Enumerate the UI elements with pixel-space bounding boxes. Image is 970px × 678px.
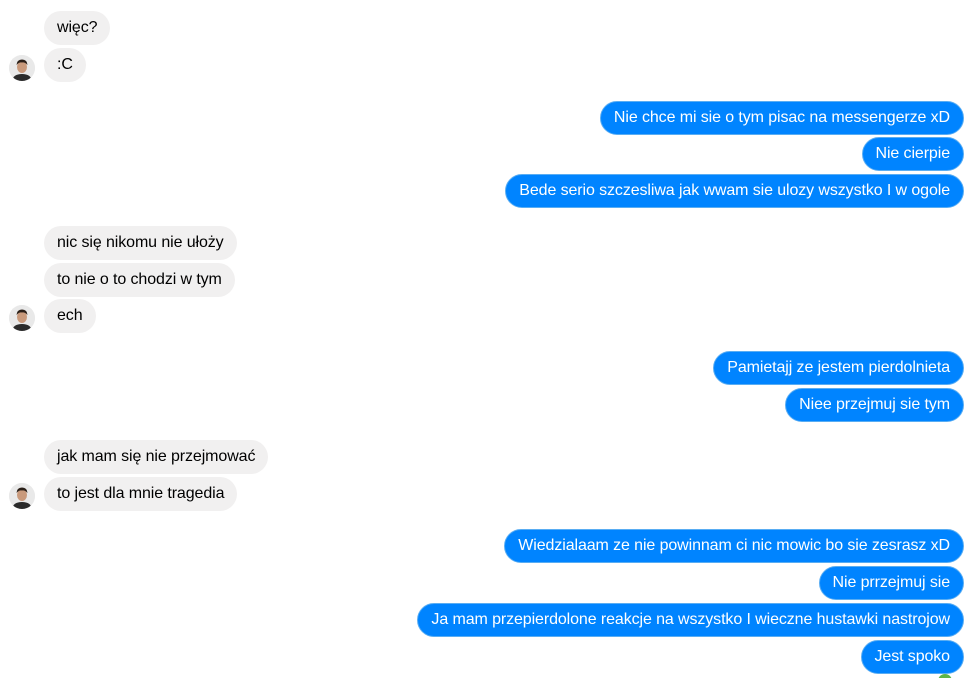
message-bubble-incoming[interactable]: ech <box>44 299 96 333</box>
message-bubble-outgoing[interactable]: Nie chce mi sie o tym pisac na messenger… <box>599 101 964 135</box>
message-bubble-outgoing[interactable]: Ja mam przepierdolone reakcje na wszystk… <box>417 603 964 637</box>
message-bubble-incoming[interactable]: jak mam się nie przejmować <box>44 440 269 474</box>
message-bubble-incoming[interactable]: nic się nikomu nie ułoży <box>44 226 237 260</box>
message-bubble-outgoing[interactable]: Pamietajj ze jestem pierdolnieta <box>713 351 964 385</box>
message-bubble-outgoing[interactable]: Nie cierpie <box>861 137 964 171</box>
message-bubble-outgoing[interactable]: Jest spoko <box>860 640 964 674</box>
avatar[interactable] <box>9 55 35 81</box>
message-bubble-outgoing[interactable]: Niee przejmuj sie tym <box>785 388 964 422</box>
message-bubble-incoming[interactable]: to nie o to chodzi w tym <box>44 263 235 297</box>
message-bubble-outgoing[interactable]: Wiedzialaam ze nie powinnam ci nic mowic… <box>504 529 964 563</box>
message-bubble-outgoing[interactable]: Nie prrzejmuj sie <box>818 566 964 600</box>
message-bubble-incoming[interactable]: :C <box>44 48 86 82</box>
avatar[interactable] <box>9 305 35 331</box>
avatar[interactable] <box>9 483 35 509</box>
message-bubble-outgoing[interactable]: Bede serio szczesliwa jak wwam sie ulozy… <box>505 174 964 208</box>
seen-avatar-icon <box>938 674 952 678</box>
message-bubble-incoming[interactable]: więc? <box>44 11 111 45</box>
message-bubble-incoming[interactable]: to jest dla mnie tragedia <box>44 477 238 511</box>
